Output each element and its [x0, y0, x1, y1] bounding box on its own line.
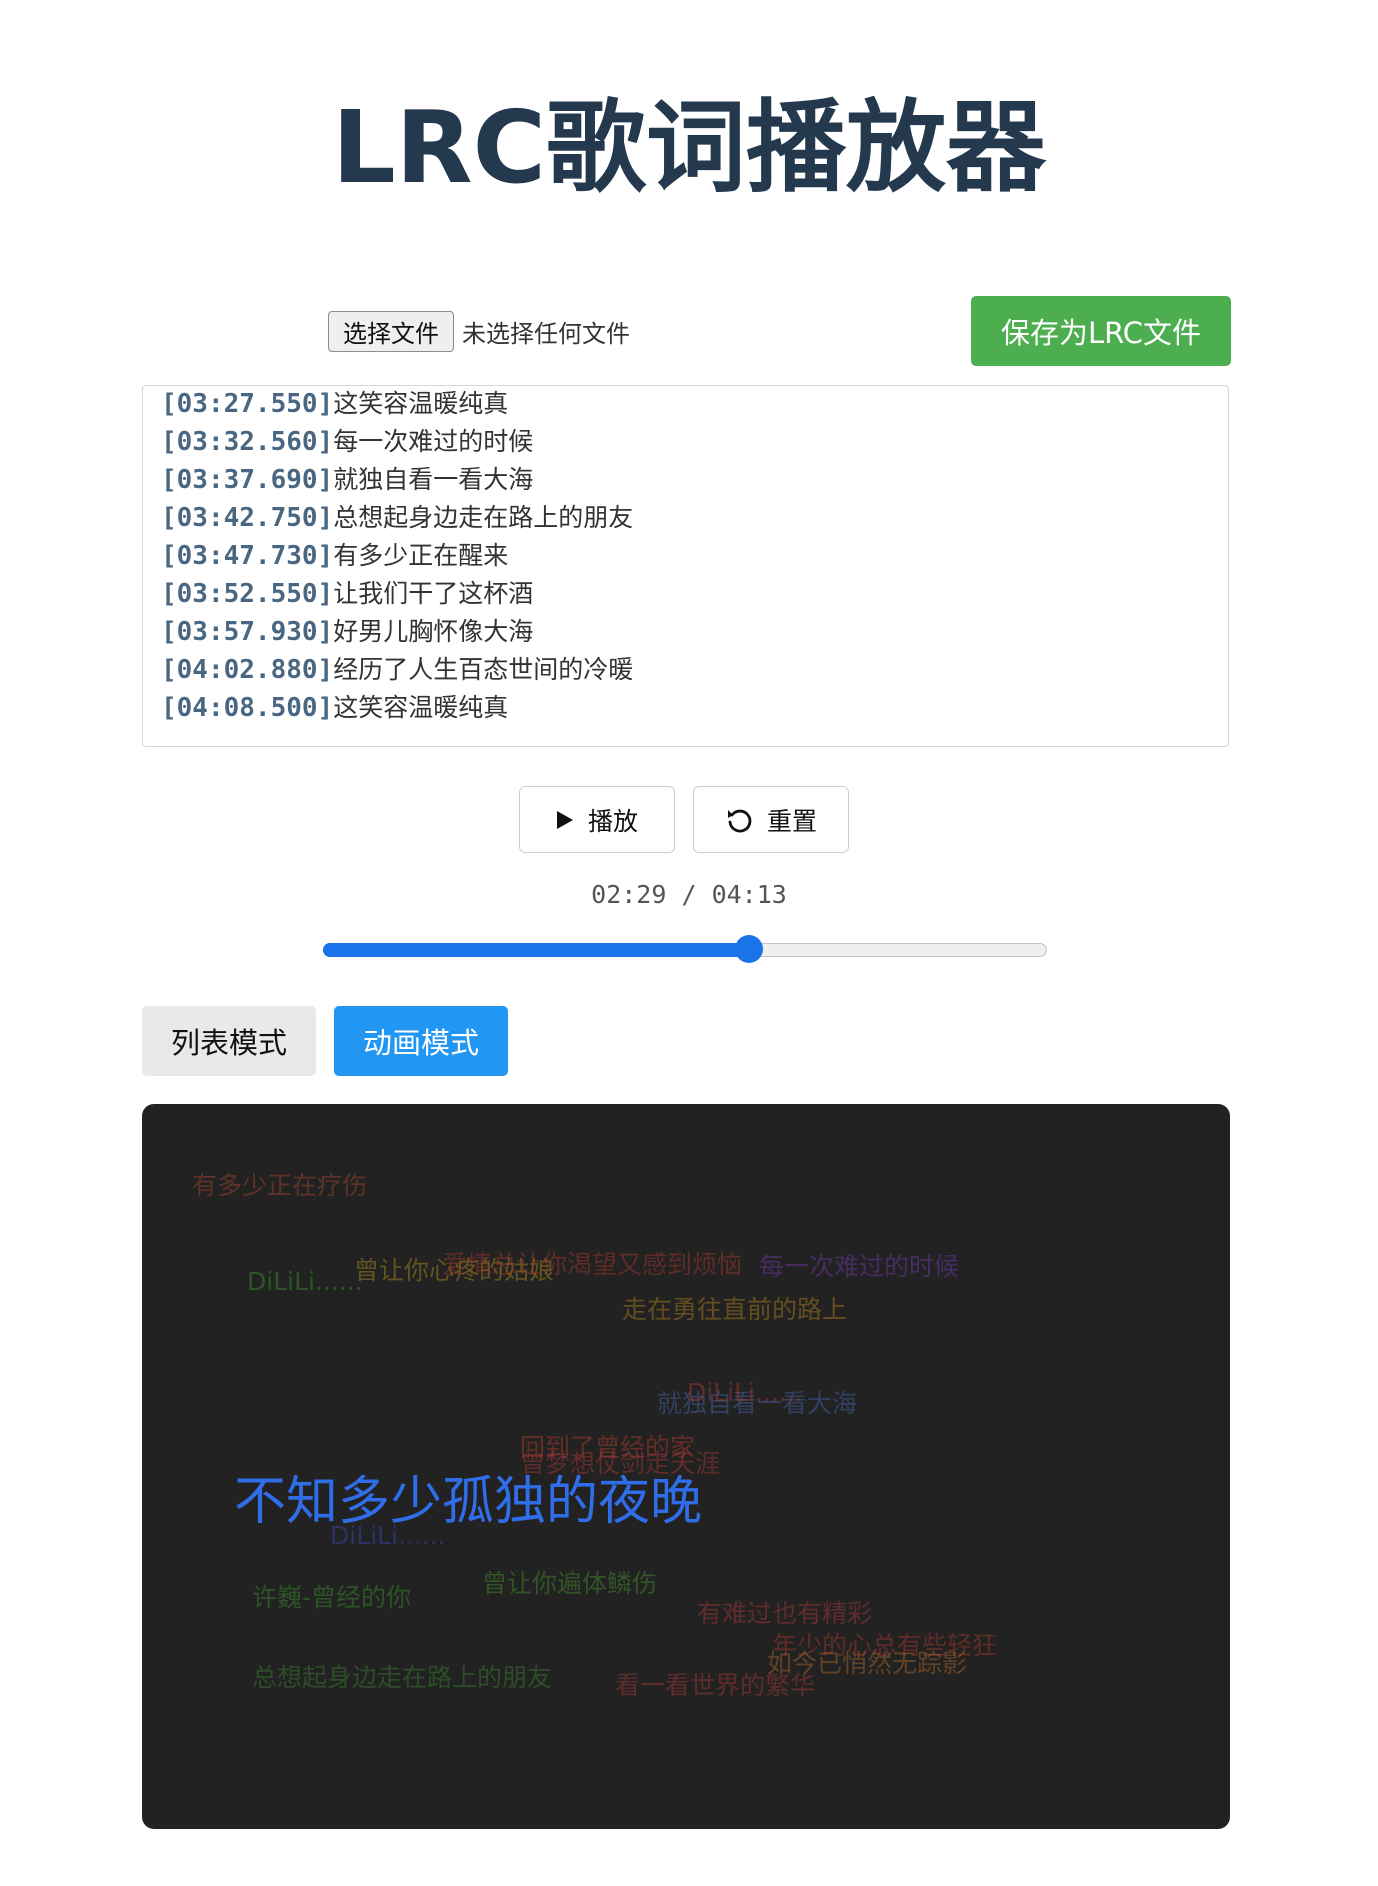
animation-stage: 有多少正在疗伤 DiLiLi...... 曾让你心疼的姑娘 爱情总让你渴望又感到烦恼每… — [142, 1104, 1230, 1829]
lyric-line: [03:27.550]这笑容温暖纯真 — [161, 386, 1212, 423]
file-picker: 选择文件 未选择任何文件 — [328, 311, 630, 352]
lyric-text: 每一次难过的时候 — [333, 427, 534, 456]
choose-file-button[interactable]: 选择文件 — [328, 311, 454, 352]
reset-label: 重置 — [766, 806, 817, 836]
lyric-line: [03:37.690]就独自看一看大海 — [161, 461, 1212, 499]
lyric-text: 经历了人生百态世间的冷暖 — [333, 655, 634, 684]
lyric-line: [04:08.500]这笑容温暖纯真 — [161, 689, 1212, 727]
floating-lyric: 爱情总让你渴望又感到烦恼 — [442, 1250, 743, 1279]
lyric-line: [04:02.880]经历了人生百态世间的冷暖 — [161, 651, 1212, 689]
floating-lyric: 走在勇往直前的路上 — [622, 1295, 848, 1324]
lyric-timestamp: [03:52.550] — [161, 579, 334, 609]
time-display: 02:29 / 04:13 — [591, 880, 787, 909]
lyric-timestamp: [04:02.880] — [161, 655, 334, 685]
file-status-text: 未选择任何文件 — [462, 320, 630, 348]
lyric-timestamp: [03:57.930] — [161, 617, 334, 647]
animation-mode-button[interactable]: 动画模式 — [334, 1006, 508, 1076]
lyric-text: 总想起身边走在路上的朋友 — [333, 503, 634, 532]
floating-lyric: 总想起身边走在路上的朋友 — [252, 1663, 553, 1692]
lyric-timestamp: [03:47.730] — [161, 541, 334, 571]
lyric-text: 有多少正在醒来 — [333, 541, 509, 570]
reset-button[interactable]: 重置 — [693, 786, 849, 853]
lyric-text: 这笑容温暖纯真 — [333, 693, 509, 722]
floating-lyric: 每一次难过的时候 — [759, 1252, 960, 1281]
play-icon — [556, 810, 573, 829]
lyric-timestamp: [04:08.500] — [161, 693, 334, 723]
lyric-timestamp: [03:42.750] — [161, 503, 334, 533]
lyric-line: [03:42.750]总想起身边走在路上的朋友 — [161, 499, 1212, 537]
page-title: LRC歌词播放器 — [331, 89, 1047, 206]
floating-lyric: 有多少正在疗伤 — [192, 1171, 368, 1200]
lyric-line: [03:47.730]有多少正在醒来 — [161, 537, 1212, 575]
lyric-line: [03:52.550]让我们干了这杯酒 — [161, 575, 1212, 613]
lyric-line: [03:57.930]好男儿胸怀像大海 — [161, 613, 1212, 651]
lyric-text: 让我们干了这杯酒 — [333, 579, 534, 608]
play-button[interactable]: 播放 — [519, 786, 675, 853]
lyric-timestamp: [03:37.690] — [161, 465, 334, 495]
lyric-text: 好男儿胸怀像大海 — [333, 617, 534, 646]
reset-icon — [727, 809, 752, 832]
lyric-text: 这笑容温暖纯真 — [333, 389, 509, 418]
floating-lyric: 有难过也有精彩 — [697, 1599, 873, 1628]
play-label: 播放 — [587, 806, 638, 836]
save-lrc-button[interactable]: 保存为LRC文件 — [971, 296, 1231, 366]
progress-fill — [323, 943, 749, 957]
lyric-timestamp: [03:32.560] — [161, 427, 334, 457]
lyric-text: 就独自看一看大海 — [333, 465, 534, 494]
floating-lyric: DiLiLi...... — [247, 1267, 363, 1296]
lyrics-editor[interactable]: [03:27.550]这笑容温暖纯真 [03:32.560]每一次难过的时候 [03… — [142, 385, 1229, 747]
floating-lyric: 许巍-曾经的你 — [252, 1583, 412, 1612]
lyric-timestamp: [03:27.550] — [161, 389, 334, 419]
lyric-line: [03:32.560]每一次难过的时候 — [161, 423, 1212, 461]
current-lyric: 不知多少孤独的夜晚 — [234, 1472, 703, 1532]
progress-slider[interactable] — [323, 935, 1047, 963]
floating-lyric: 曾让你遍体鳞伤 — [482, 1569, 658, 1598]
list-mode-button[interactable]: 列表模式 — [142, 1006, 316, 1076]
floating-lyric: 看一看世界的繁华 — [615, 1671, 816, 1700]
floating-lyric: DiLiLi...... — [687, 1378, 803, 1407]
progress-thumb[interactable] — [734, 935, 763, 963]
